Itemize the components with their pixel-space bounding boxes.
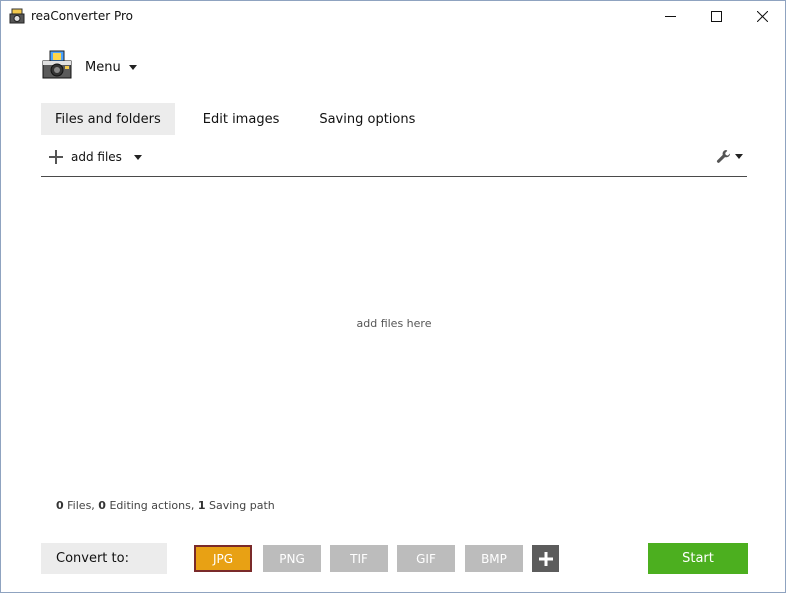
editing-count: 0 <box>98 499 106 512</box>
format-button-tif[interactable]: TIF <box>330 545 388 572</box>
camera-app-icon <box>9 8 25 24</box>
add-format-button[interactable] <box>532 545 559 572</box>
file-drop-area[interactable]: add files here <box>41 177 747 477</box>
files-count: 0 <box>56 499 64 512</box>
reaconverter-logo-icon <box>42 50 72 79</box>
menu-button[interactable]: Menu <box>85 57 137 77</box>
plus-icon <box>538 551 553 566</box>
app-window: reaConverter Pro Menu Files and folders … <box>0 0 786 593</box>
maximize-icon <box>710 10 722 22</box>
chevron-down-icon <box>735 154 743 159</box>
maximize-button[interactable] <box>693 1 739 31</box>
tab-edit-images[interactable]: Edit images <box>183 103 294 135</box>
settings-wrench-button[interactable] <box>716 149 743 164</box>
format-button-png[interactable]: PNG <box>263 545 321 572</box>
add-files-button[interactable]: add files <box>49 150 142 164</box>
wrench-icon <box>716 149 731 163</box>
main-tabs: Files and folders Edit images Saving opt… <box>41 103 437 135</box>
minimize-button[interactable] <box>647 1 693 31</box>
tab-saving-options[interactable]: Saving options <box>305 103 429 135</box>
window-title: reaConverter Pro <box>31 9 134 23</box>
files-toolbar: add files <box>41 146 747 172</box>
convert-to-label: Convert to: <box>41 543 167 574</box>
status-summary: 0 Files, 0 Editing actions, 1 Saving pat… <box>56 499 275 512</box>
chevron-down-icon <box>133 154 142 160</box>
title-bar: reaConverter Pro <box>1 1 785 31</box>
menu-label: Menu <box>85 59 121 75</box>
close-icon <box>756 10 768 22</box>
format-button-jpg[interactable]: JPG <box>194 545 252 572</box>
drop-hint: add files here <box>356 317 432 330</box>
format-button-bmp[interactable]: BMP <box>465 545 523 572</box>
chevron-down-icon <box>128 64 137 70</box>
editing-label: Editing actions, <box>109 499 195 512</box>
start-button[interactable]: Start <box>648 543 748 574</box>
saving-label: Saving path <box>209 499 275 512</box>
close-button[interactable] <box>739 1 785 31</box>
plus-icon <box>49 150 63 164</box>
files-label: Files, <box>67 499 95 512</box>
format-button-gif[interactable]: GIF <box>397 545 455 572</box>
tab-files-and-folders[interactable]: Files and folders <box>41 103 175 135</box>
add-files-label: add files <box>71 150 122 164</box>
minimize-icon <box>664 15 676 17</box>
saving-count: 1 <box>197 499 206 512</box>
